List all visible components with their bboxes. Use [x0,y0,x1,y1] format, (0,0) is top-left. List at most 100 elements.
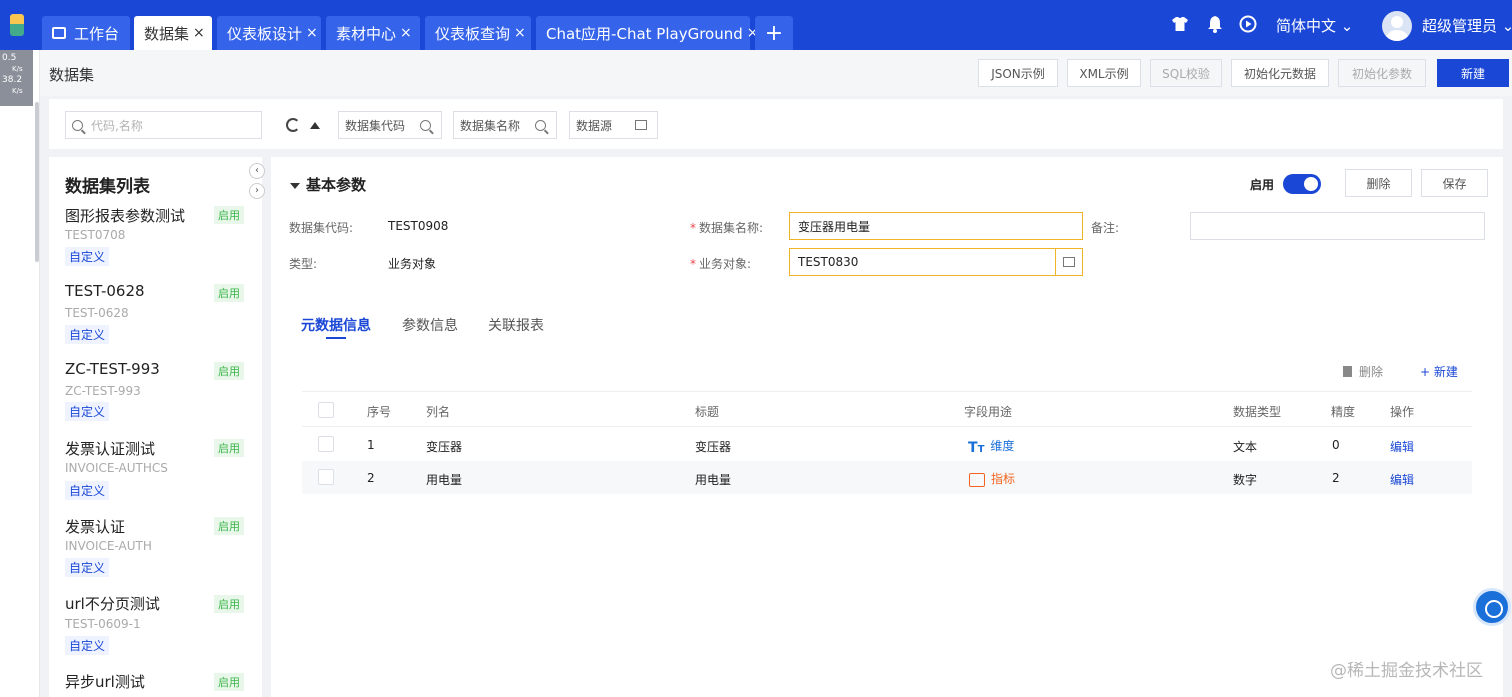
tab-label: 工作台 [74,24,120,43]
tab-params[interactable]: 参数信息 [402,315,458,335]
tab-label: 素材中心 [336,24,397,43]
save-button[interactable]: 保存 [1421,169,1488,197]
search-icon [420,119,431,131]
close-icon[interactable]: × [400,25,412,41]
cell-column: 变压器 [426,440,463,454]
enable-toggle[interactable] [1283,174,1321,194]
app-logo[interactable] [0,0,38,50]
dataset-code-filter[interactable]: 数据集代码 [338,111,442,139]
icon-rail: 0.5 K/s 38.2 K/s [0,50,40,697]
section-title: 基本参数 [306,176,367,194]
table-delete-label: 删除 [1359,365,1384,379]
logo-icon [10,14,24,36]
delete-button[interactable]: 删除 [1345,169,1412,197]
rail-scrollbar[interactable] [35,102,39,262]
cell-dtype: 文本 [1233,440,1258,454]
tab-metadata[interactable]: 元数据信息 [301,315,371,335]
tab-dashboard-design[interactable]: 仪表板设计 × [217,16,321,50]
shirt-icon[interactable] [1170,14,1190,34]
filter-label: 数据源 [576,118,613,133]
row-checkbox[interactable] [318,469,334,485]
tab-dataset[interactable]: 数据集 × [134,16,212,50]
col-dtype: 数据类型 [1233,405,1282,419]
cell-usage: 指标 [969,470,1015,487]
col-action: 操作 [1390,405,1415,419]
usage-label: 维度 [990,439,1015,453]
table-header [302,391,1472,427]
status-badge: 启用 [214,362,244,380]
tab-label: 仪表板设计 [227,24,303,43]
close-icon[interactable]: × [306,25,318,41]
remark-label: 备注: [1091,221,1120,235]
lookup-icon [635,120,647,130]
cell-title: 用电量 [695,473,732,487]
init-metadata-button[interactable]: 初始化元数据 [1231,59,1329,87]
lookup-button[interactable] [1055,248,1083,276]
status-badge: 启用 [214,439,244,457]
usage-label: 指标 [991,472,1016,486]
sort-up-icon[interactable] [310,122,320,129]
caret-down-icon [290,182,300,189]
avatar[interactable] [1382,11,1412,41]
data-source-filter[interactable]: 数据源 [569,111,658,139]
dataset-name-filter[interactable]: 数据集名称 [453,111,557,139]
perf-unit-a: K/s [12,65,23,73]
col-title: 标题 [695,405,720,419]
col-seq: 序号 [367,405,392,419]
edit-link[interactable]: 编辑 [1390,438,1414,455]
perf-unit-b: K/s [12,87,23,95]
refresh-icon[interactable] [286,118,300,132]
cell-dtype: 数字 [1233,473,1258,487]
item-name: ZC-TEST-993 [65,360,160,378]
close-icon[interactable]: × [193,25,205,41]
status-badge: 启用 [214,206,244,224]
bell-icon[interactable] [1205,14,1225,34]
close-icon[interactable]: × [514,25,526,41]
table-new-button[interactable]: + 新建 [1420,363,1458,380]
search-icon [72,119,83,131]
tab-workbench[interactable]: 工作台 [42,16,130,50]
name-label: * 数据集名称: [690,221,764,235]
expand-right-icon[interactable]: › [249,183,265,199]
col-column: 列名 [426,405,451,419]
filter-bar [49,99,1503,149]
status-badge: 启用 [214,595,244,613]
user-menu[interactable]: 超级管理员 ⌄ [1422,15,1512,36]
tab-chat-playground[interactable]: Chat应用-Chat PlayGround × [536,16,758,50]
tab-dashboard-query[interactable]: 仪表板查询 × [425,16,531,50]
item-name: url不分页测试 [65,595,160,613]
add-tab-button[interactable]: + [755,16,793,50]
sql-check-button[interactable]: SQL校验 [1150,59,1222,87]
item-name: 图形报表参数测试 [65,207,186,225]
filter-label: 数据集名称 [460,118,521,133]
dataset-name-input[interactable]: 变压器用电量 [789,212,1083,240]
search-input[interactable]: 代码,名称 [65,111,262,139]
edit-link[interactable]: 编辑 [1390,471,1414,488]
xml-example-button[interactable]: XML示例 [1067,59,1141,87]
cell-usage: TT 维度 [968,437,1015,456]
item-name: 发票认证 [65,518,126,536]
remark-input[interactable] [1190,212,1485,240]
collapse-left-icon[interactable]: ‹ [249,163,265,179]
search-icon [535,119,546,131]
play-circle-icon[interactable] [1238,14,1258,34]
cell-seq: 2 [367,471,375,485]
json-example-button[interactable]: JSON示例 [978,59,1058,87]
new-button[interactable]: 新建 [1437,59,1509,87]
select-all-checkbox[interactable] [318,402,334,418]
watermark: @稀土掘金技术社区 [1330,661,1483,681]
language-selector[interactable]: 简体中文 ⌄ [1276,15,1353,36]
tab-label: Chat应用-Chat PlayGround [546,24,743,43]
init-params-button[interactable]: 初始化参数 [1338,59,1426,87]
cell-precision: 2 [1332,471,1340,485]
assistant-float-button[interactable] [1473,588,1511,626]
business-object-input[interactable]: TEST0830 [789,248,1056,276]
enable-label: 启用 [1250,178,1275,192]
tab-related-reports[interactable]: 关联报表 [488,315,544,335]
table-delete-button[interactable]: 删除 [1343,363,1383,380]
type-tag: 自定义 [65,558,110,577]
tab-material-center[interactable]: 素材中心 × [326,16,420,50]
row-checkbox[interactable] [318,436,334,452]
type-tag: 自定义 [65,402,110,421]
section-basic-params[interactable]: 基本参数 [290,174,366,195]
